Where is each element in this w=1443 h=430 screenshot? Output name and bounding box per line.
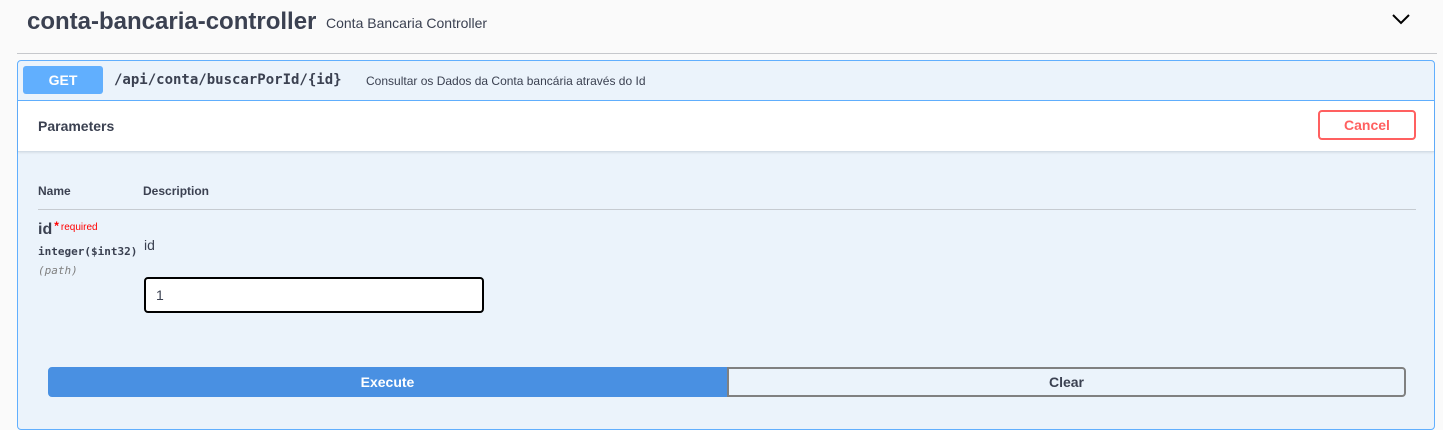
chevron-down-icon[interactable] (1390, 8, 1412, 30)
execute-button[interactable]: Execute (48, 367, 727, 397)
required-label: required (60, 222, 98, 233)
tag-header[interactable]: conta-bancaria-controller Conta Bancaria… (17, 0, 1437, 54)
parameter-description: id (144, 237, 155, 253)
clear-button[interactable]: Clear (727, 367, 1406, 397)
parameter-name: id * required (38, 219, 98, 239)
operation-path: /api/conta/buscarPorId/{id} (114, 72, 342, 88)
column-header-name: Name (38, 184, 71, 198)
execute-clear-group: Execute Clear (48, 367, 1406, 397)
parameters-header: Parameters Cancel (18, 101, 1434, 152)
parameter-name-text: id (38, 221, 53, 238)
parameter-type: integer($int32) (38, 245, 138, 258)
column-header-description: Description (143, 184, 210, 198)
parameter-location: (path) (38, 264, 78, 277)
operation-summary[interactable]: GET /api/conta/buscarPorId/{id} Consulta… (18, 61, 1434, 101)
parameters-title: Parameters (38, 118, 115, 134)
id-input[interactable] (144, 277, 484, 313)
operation-block: GET /api/conta/buscarPorId/{id} Consulta… (17, 60, 1435, 430)
tag-description: Conta Bancaria Controller (326, 15, 488, 31)
method-badge: GET (23, 66, 103, 94)
required-marker: * (54, 219, 59, 233)
tag-title: conta-bancaria-controller (27, 8, 317, 35)
operation-summary-text: Consultar os Dados da Conta bancária atr… (366, 74, 646, 88)
column-divider (38, 209, 1416, 210)
cancel-button[interactable]: Cancel (1318, 110, 1416, 140)
